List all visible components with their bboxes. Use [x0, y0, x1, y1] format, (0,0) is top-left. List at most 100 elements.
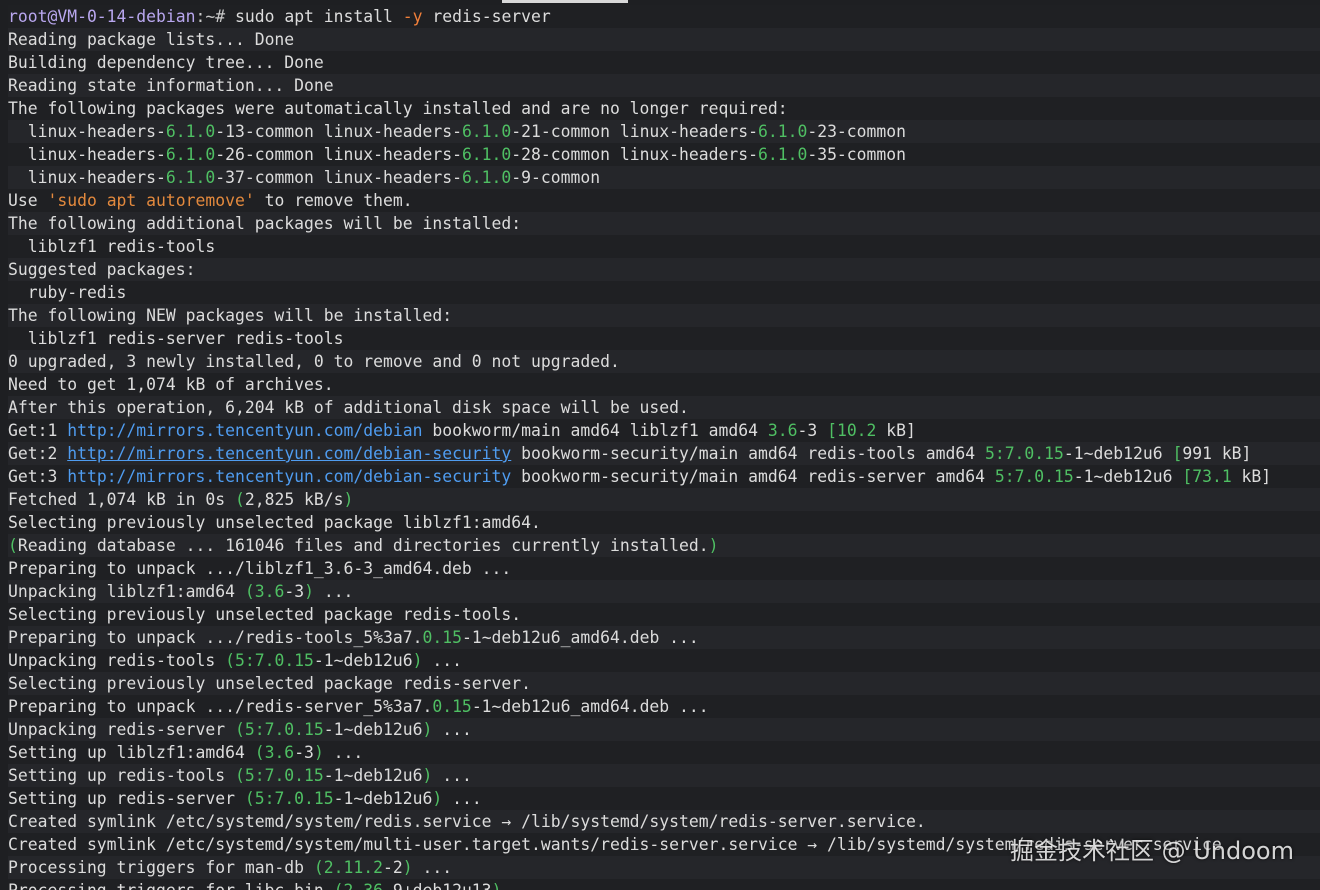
- output-text: (3.6: [244, 582, 285, 601]
- output-line: Use 'sudo apt autoremove' to remove them…: [8, 189, 1320, 212]
- output-text: ...: [432, 720, 472, 739]
- output-line: Created symlink /etc/systemd/system/redi…: [8, 810, 1320, 833]
- output-text: Building dependency tree... Done: [8, 53, 324, 72]
- quoted-command: 'sudo apt autoremove': [47, 191, 255, 210]
- output-line: Selecting previously unselected package …: [8, 603, 1320, 626]
- output-line: Processing triggers for libc-bin (2.36-9…: [8, 879, 1320, 890]
- output-text: Preparing to unpack .../liblzf1_3.6-3_am…: [8, 559, 512, 578]
- output-text: 2,825 kB/s: [244, 490, 344, 509]
- output-text: -26-common linux-headers-: [215, 145, 462, 164]
- output-text: ): [422, 720, 433, 739]
- output-text: -9-common: [511, 168, 601, 187]
- output-line: linux-headers-6.1.0-13-common linux-head…: [8, 120, 1320, 143]
- output-text: linux-headers-: [8, 168, 166, 187]
- output-text: Get:3: [8, 467, 68, 486]
- output-line: Fetched 1,074 kB in 0s (2,825 kB/s): [8, 488, 1320, 511]
- output-text: ...: [412, 858, 453, 877]
- repository-link[interactable]: http://mirrors.tencentyun.com/debian-sec…: [67, 444, 511, 463]
- prompt-host: root@VM-0-14-debian: [8, 7, 196, 26]
- output-text: ): [343, 490, 354, 509]
- output-text: (5:7.0.15: [234, 766, 324, 785]
- output-text: Processing triggers for man-db: [8, 858, 314, 877]
- output-text: ): [492, 881, 502, 890]
- output-text: redis-server: [422, 7, 551, 26]
- output-text: -3: [797, 421, 828, 440]
- output-text: -21-common linux-headers-: [511, 122, 758, 141]
- output-text: -1~deb12u6: [1073, 467, 1183, 486]
- output-text: -3: [294, 743, 314, 762]
- output-text: Suggested packages:: [8, 260, 196, 279]
- command-flag: -y: [402, 7, 423, 26]
- output-line: Setting up liblzf1:amd64 (3.6-3) ...: [8, 741, 1320, 764]
- output-text: -1~deb12u6_amd64.deb ...: [471, 697, 709, 716]
- output-line: Get:2 http://mirrors.tencentyun.com/debi…: [8, 442, 1320, 465]
- output-line: The following additional packages will b…: [8, 212, 1320, 235]
- output-text: sudo apt install: [234, 7, 403, 26]
- output-line: After this operation, 6,204 kB of additi…: [8, 396, 1320, 419]
- output-text: (2.36: [334, 881, 383, 890]
- output-text: (5:7.0.15: [234, 720, 324, 739]
- output-text: ): [708, 536, 719, 555]
- repository-link[interactable]: http://mirrors.tencentyun.com/debian: [67, 421, 422, 440]
- output-line: Unpacking redis-server (5:7.0.15-1~deb12…: [8, 718, 1320, 741]
- output-line: (Reading database ... 161046 files and d…: [8, 534, 1320, 557]
- output-line: Setting up redis-tools (5:7.0.15-1~deb12…: [8, 764, 1320, 787]
- output-text: Processing triggers for libc-bin: [8, 881, 334, 890]
- version-number: [73.1: [1182, 467, 1232, 486]
- output-text: kB]: [1231, 467, 1272, 486]
- output-text: -1~deb12u6: [323, 766, 423, 785]
- output-line: 0 upgraded, 3 newly installed, 0 to remo…: [8, 350, 1320, 373]
- output-text: Selecting previously unselected package …: [8, 674, 532, 693]
- output-text: (: [234, 490, 245, 509]
- version-number: [10.2: [827, 421, 877, 440]
- version-number: 6.1.0: [165, 168, 216, 187]
- output-text: -1~deb12u6: [333, 789, 433, 808]
- output-text: Preparing to unpack .../redis-tools_5%3a…: [8, 628, 423, 647]
- output-text: 0 upgraded, 3 newly installed, 0 to remo…: [8, 352, 620, 371]
- output-text: ): [432, 789, 443, 808]
- watermark: 掘金技术社区 @ Undoom: [1009, 837, 1294, 865]
- output-text: ...: [323, 743, 364, 762]
- terminal-output: root@VM-0-14-debian:~# sudo apt install …: [8, 5, 1320, 890]
- output-text: liblzf1 redis-server redis-tools: [8, 329, 344, 348]
- output-text: -37-common linux-headers-: [215, 168, 462, 187]
- output-text: kB]: [876, 421, 916, 440]
- output-text: Use: [8, 191, 48, 210]
- output-text: Reading package lists... Done: [8, 30, 295, 49]
- output-text: ): [304, 582, 314, 601]
- output-text: ): [412, 651, 423, 670]
- output-line: The following NEW packages will be insta…: [8, 304, 1320, 327]
- output-text: The following NEW packages will be insta…: [8, 306, 453, 325]
- output-line: Need to get 1,074 kB of archives.: [8, 373, 1320, 396]
- output-line: The following packages were automaticall…: [8, 97, 1320, 120]
- output-line: Preparing to unpack .../liblzf1_3.6-3_am…: [8, 557, 1320, 580]
- output-text: Unpacking redis-tools: [8, 651, 226, 670]
- version-number: 6.1.0: [461, 145, 512, 164]
- output-text: Setting up redis-server: [8, 789, 245, 808]
- output-text: linux-headers-: [8, 122, 166, 141]
- output-text: Selecting previously unselected package …: [8, 605, 522, 624]
- output-text: ...: [432, 766, 472, 785]
- output-text: -2: [383, 858, 403, 877]
- output-text: Created symlink /etc/systemd/system/redi…: [8, 812, 926, 831]
- output-text: -1~deb12u6: [313, 651, 413, 670]
- prompt-symbol: :~#: [195, 7, 235, 26]
- terminal-window[interactable]: root@VM-0-14-debian:~# sudo apt install …: [0, 0, 1320, 890]
- output-line: Unpacking redis-tools (5:7.0.15-1~deb12u…: [8, 649, 1320, 672]
- output-line: Selecting previously unselected package …: [8, 672, 1320, 695]
- output-text: Get:2: [8, 444, 68, 463]
- active-tab-indicator: [502, 0, 628, 3]
- output-text: After this operation, 6,204 kB of additi…: [8, 398, 689, 417]
- version-number: 6.1.0: [757, 145, 808, 164]
- output-text: bookworm/main amd64 liblzf1 amd64: [422, 421, 768, 440]
- version-number: 6.1.0: [165, 145, 216, 164]
- output-text: Setting up liblzf1:amd64: [8, 743, 255, 762]
- output-text: to remove them.: [254, 191, 413, 210]
- output-text: Setting up redis-tools: [8, 766, 235, 785]
- output-text: Unpacking redis-server: [8, 720, 235, 739]
- output-line: Setting up redis-server (5:7.0.15-1~deb1…: [8, 787, 1320, 810]
- output-text: -1~deb12u6: [1063, 444, 1173, 463]
- output-text: -3: [284, 582, 305, 601]
- repository-link[interactable]: http://mirrors.tencentyun.com/debian-sec…: [67, 467, 511, 486]
- output-text: (3.6: [254, 743, 295, 762]
